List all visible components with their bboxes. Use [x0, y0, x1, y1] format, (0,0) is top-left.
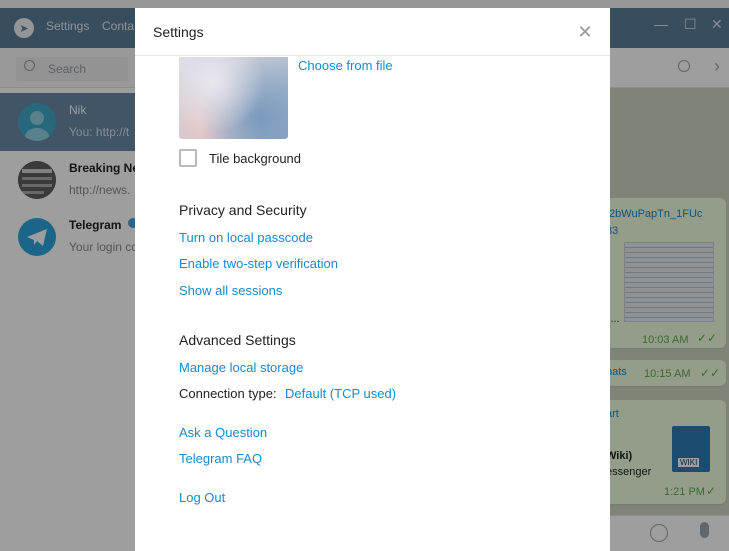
connection-type-label: Connection type:: [179, 386, 277, 401]
privacy-security-heading: Privacy and Security: [179, 202, 307, 218]
telegram-faq-link[interactable]: Telegram FAQ: [179, 451, 262, 466]
two-step-verification-link[interactable]: Enable two-step verification: [179, 256, 338, 271]
chat-background-preview: [179, 57, 288, 139]
dialog-header: Settings ✕: [135, 8, 610, 56]
choose-from-file-link[interactable]: Choose from file: [298, 58, 393, 73]
local-passcode-link[interactable]: Turn on local passcode: [179, 230, 313, 245]
show-all-sessions-link[interactable]: Show all sessions: [179, 283, 282, 298]
close-icon[interactable]: ✕: [573, 20, 597, 44]
ask-question-link[interactable]: Ask a Question: [179, 425, 267, 440]
dialog-title: Settings: [153, 24, 204, 40]
tile-background-label: Tile background: [209, 151, 302, 166]
connection-type-link[interactable]: Default (TCP used): [285, 386, 396, 401]
settings-dialog: Settings ✕ Choose from file Tile backgro…: [135, 8, 610, 551]
log-out-link[interactable]: Log Out: [179, 490, 225, 505]
tile-background-checkbox[interactable]: [179, 149, 197, 167]
advanced-settings-heading: Advanced Settings: [179, 332, 296, 348]
manage-local-storage-link[interactable]: Manage local storage: [179, 360, 303, 375]
